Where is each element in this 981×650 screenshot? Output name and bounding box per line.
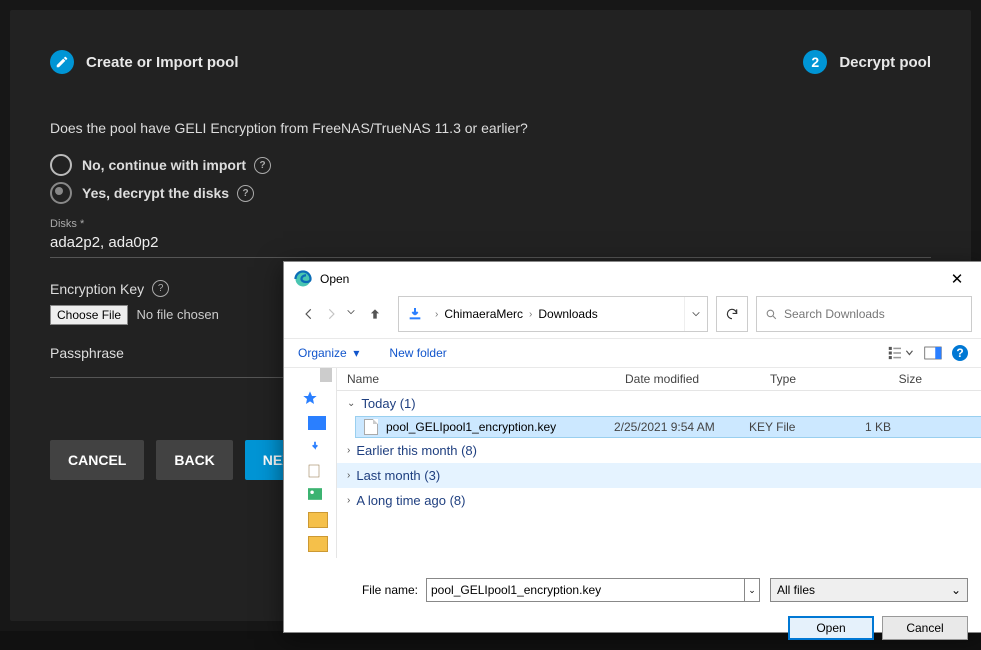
- cancel-button[interactable]: CANCEL: [50, 440, 144, 480]
- radio-no[interactable]: [50, 154, 72, 176]
- group-earlier[interactable]: ›Earlier this month (8): [337, 438, 981, 463]
- open-button[interactable]: Open: [788, 616, 874, 640]
- disks-field[interactable]: ada2p2, ada0p2: [50, 230, 931, 258]
- new-folder-button[interactable]: New folder: [389, 346, 446, 360]
- column-type[interactable]: Type: [760, 372, 862, 386]
- downloads-icon[interactable]: [308, 440, 326, 454]
- step-1-label: Create or Import pool: [86, 54, 239, 71]
- file-name: pool_GELIpool1_encryption.key: [386, 420, 556, 434]
- filename-history-dropdown[interactable]: ⌄: [745, 578, 760, 602]
- choose-file-button[interactable]: Choose File: [50, 305, 128, 325]
- nav-pane[interactable]: [284, 368, 337, 558]
- radio-yes[interactable]: [50, 182, 72, 204]
- chevron-right-icon: ›: [529, 309, 532, 320]
- help-icon[interactable]: ?: [152, 280, 169, 297]
- radio-no-label: No, continue with import: [82, 157, 246, 173]
- filename-input[interactable]: [426, 578, 745, 602]
- folder-icon[interactable]: [308, 536, 328, 552]
- quick-access-icon[interactable]: [302, 390, 320, 404]
- dialog-cancel-button[interactable]: Cancel: [882, 616, 968, 640]
- dialog-title: Open: [320, 272, 942, 286]
- column-size[interactable]: Size: [862, 372, 930, 386]
- scroll-up-icon[interactable]: [320, 368, 332, 382]
- view-options-button[interactable]: [888, 346, 914, 360]
- chevron-down-icon: ⌄: [951, 583, 961, 597]
- address-dropdown[interactable]: [684, 297, 707, 331]
- group-long-ago[interactable]: ›A long time ago (8): [337, 488, 981, 513]
- column-name[interactable]: Name: [337, 372, 615, 386]
- address-bar[interactable]: › ChimaeraMerc › Downloads: [399, 297, 684, 331]
- geli-question: Does the pool have GELI Encryption from …: [50, 120, 931, 136]
- nav-forward-icon[interactable]: [324, 307, 338, 321]
- file-open-dialog: Open ✕ › ChimaeraMerc › Downloads: [283, 261, 981, 633]
- no-file-label: No file chosen: [136, 307, 218, 322]
- help-icon[interactable]: ?: [254, 157, 271, 174]
- chevron-right-icon: ›: [347, 470, 350, 481]
- edge-icon: [294, 270, 312, 288]
- chevron-down-icon: ⌄: [347, 398, 355, 409]
- close-icon[interactable]: ✕: [942, 270, 972, 288]
- recent-locations-icon[interactable]: [346, 307, 360, 321]
- radio-yes-label: Yes, decrypt the disks: [82, 185, 229, 201]
- file-type: KEY File: [749, 420, 843, 434]
- documents-icon[interactable]: [308, 464, 326, 478]
- step-2-label: Decrypt pool: [839, 54, 931, 71]
- path-seg-downloads[interactable]: Downloads: [538, 307, 597, 321]
- filename-label: File name:: [298, 583, 418, 597]
- refresh-icon[interactable]: [725, 307, 739, 321]
- organize-menu[interactable]: Organize ▾: [298, 346, 359, 360]
- disks-label: Disks *: [50, 218, 931, 230]
- group-today[interactable]: ⌄Today (1): [337, 391, 981, 416]
- column-date[interactable]: Date modified: [615, 372, 760, 386]
- desktop-icon[interactable]: [308, 416, 326, 430]
- file-row[interactable]: pool_GELIpool1_encryption.key 2/25/2021 …: [355, 416, 981, 438]
- step-1-icon: [50, 50, 74, 74]
- file-size: 1 KB: [843, 420, 891, 434]
- file-type-filter[interactable]: All files⌄: [770, 578, 968, 602]
- chevron-right-icon: ›: [435, 309, 438, 320]
- help-icon[interactable]: ?: [237, 185, 254, 202]
- file-icon: [364, 419, 378, 435]
- folder-icon[interactable]: [308, 512, 328, 528]
- file-date: 2/25/2021 9:54 AM: [614, 420, 749, 434]
- downloads-folder-icon: [407, 306, 423, 322]
- nav-back-icon[interactable]: [302, 307, 316, 321]
- group-last-month[interactable]: ›Last month (3): [337, 463, 981, 488]
- preview-pane-button[interactable]: [924, 346, 942, 360]
- pictures-icon[interactable]: [308, 488, 326, 502]
- encryption-key-label: Encryption Key: [50, 281, 144, 297]
- path-seg-user[interactable]: ChimaeraMerc: [444, 307, 523, 321]
- chevron-right-icon: ›: [347, 445, 350, 456]
- nav-up-icon[interactable]: [368, 307, 382, 321]
- chevron-right-icon: ›: [347, 495, 350, 506]
- search-input[interactable]: Search Downloads: [784, 307, 885, 321]
- search-icon: [765, 308, 778, 321]
- help-icon[interactable]: ?: [952, 345, 968, 361]
- back-button[interactable]: BACK: [156, 440, 232, 480]
- step-2-icon: 2: [803, 50, 827, 74]
